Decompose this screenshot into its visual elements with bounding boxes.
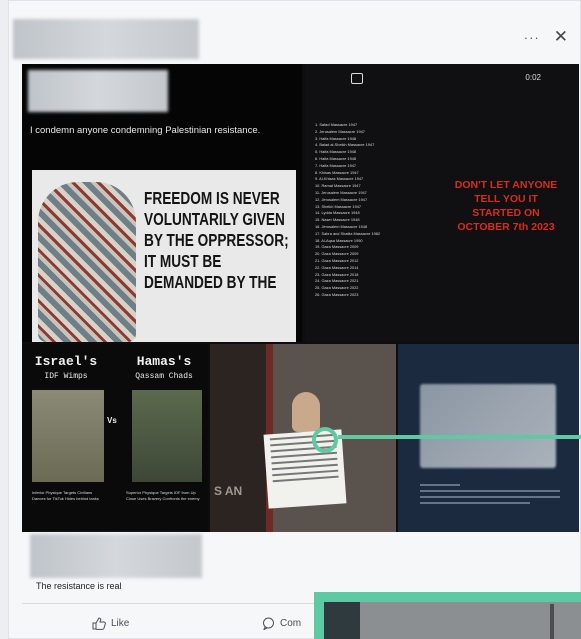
zoom-image — [324, 602, 581, 639]
image-tile-2[interactable]: 0:02 1. Safad Massacre 1947 2. Jerusalem … — [305, 64, 579, 342]
blurred-caption — [420, 480, 560, 508]
left-caption: Inferior Physique Targets Civilians Danc… — [32, 490, 99, 501]
video-icon — [351, 73, 363, 84]
post-text: The resistance is real — [36, 581, 122, 591]
comment-label: Com — [280, 618, 302, 629]
meme-left-title: Israel's — [34, 354, 98, 369]
keffiyeh-figure — [38, 182, 136, 342]
freedom-poster: FREEDOM IS NEVER VOLUNTARILY GIVEN BY TH… — [32, 170, 296, 342]
zoom-pole — [550, 604, 554, 639]
highlight-connector — [338, 435, 581, 439]
more-options-icon[interactable]: ··· — [524, 30, 540, 45]
blurred-card — [420, 384, 556, 468]
meme-left-subtitle: IDF Wimps — [44, 372, 88, 381]
video-time: 0:02 — [525, 73, 541, 82]
tile-caption: I condemn anyone condemning Palestinian … — [30, 125, 261, 136]
image-grid: I condemn anyone condemning Palestinian … — [22, 64, 579, 532]
highlight-ring — [312, 427, 338, 453]
overlay-text: S AN — [214, 484, 243, 498]
meme-right-title: Hamas's — [136, 354, 192, 369]
like-button[interactable]: Like — [92, 617, 129, 630]
protester-figure — [292, 392, 320, 432]
comment-icon — [263, 617, 274, 630]
poster-text: FREEDOM IS NEVER VOLUNTARILY GIVEN BY TH… — [144, 188, 289, 292]
right-caption: Superior Physique Targets IDF from Up Cl… — [126, 490, 200, 501]
blurred-profile — [28, 70, 168, 112]
image-tile-1[interactable]: I condemn anyone condemning Palestinian … — [22, 64, 302, 342]
soldier-photo — [32, 390, 104, 482]
comment-button[interactable]: Com — [262, 617, 301, 630]
zoom-dark-region — [324, 602, 360, 639]
commenter-name-blurred[interactable] — [30, 534, 202, 578]
close-icon[interactable]: ✕ — [554, 27, 568, 47]
red-headline: DON'T LET ANYONE TELL YOU IT STARTED ON … — [454, 179, 558, 233]
post-actions: ··· ✕ — [524, 27, 568, 47]
meme-right-subtitle: Qassam Chads — [135, 372, 193, 381]
like-label: Like — [111, 618, 130, 629]
massacre-list: 1. Safad Massacre 1947 2. Jerusalem Massa… — [315, 122, 381, 297]
versus-label: Vs — [107, 416, 117, 425]
like-icon — [92, 617, 106, 630]
author-name-blurred[interactable] — [13, 19, 199, 59]
zoom-callout — [314, 592, 581, 639]
fighter-photo — [132, 390, 202, 482]
image-tile-3[interactable]: Israel's IDF Wimps Hamas's Qassam Chads … — [22, 344, 208, 532]
